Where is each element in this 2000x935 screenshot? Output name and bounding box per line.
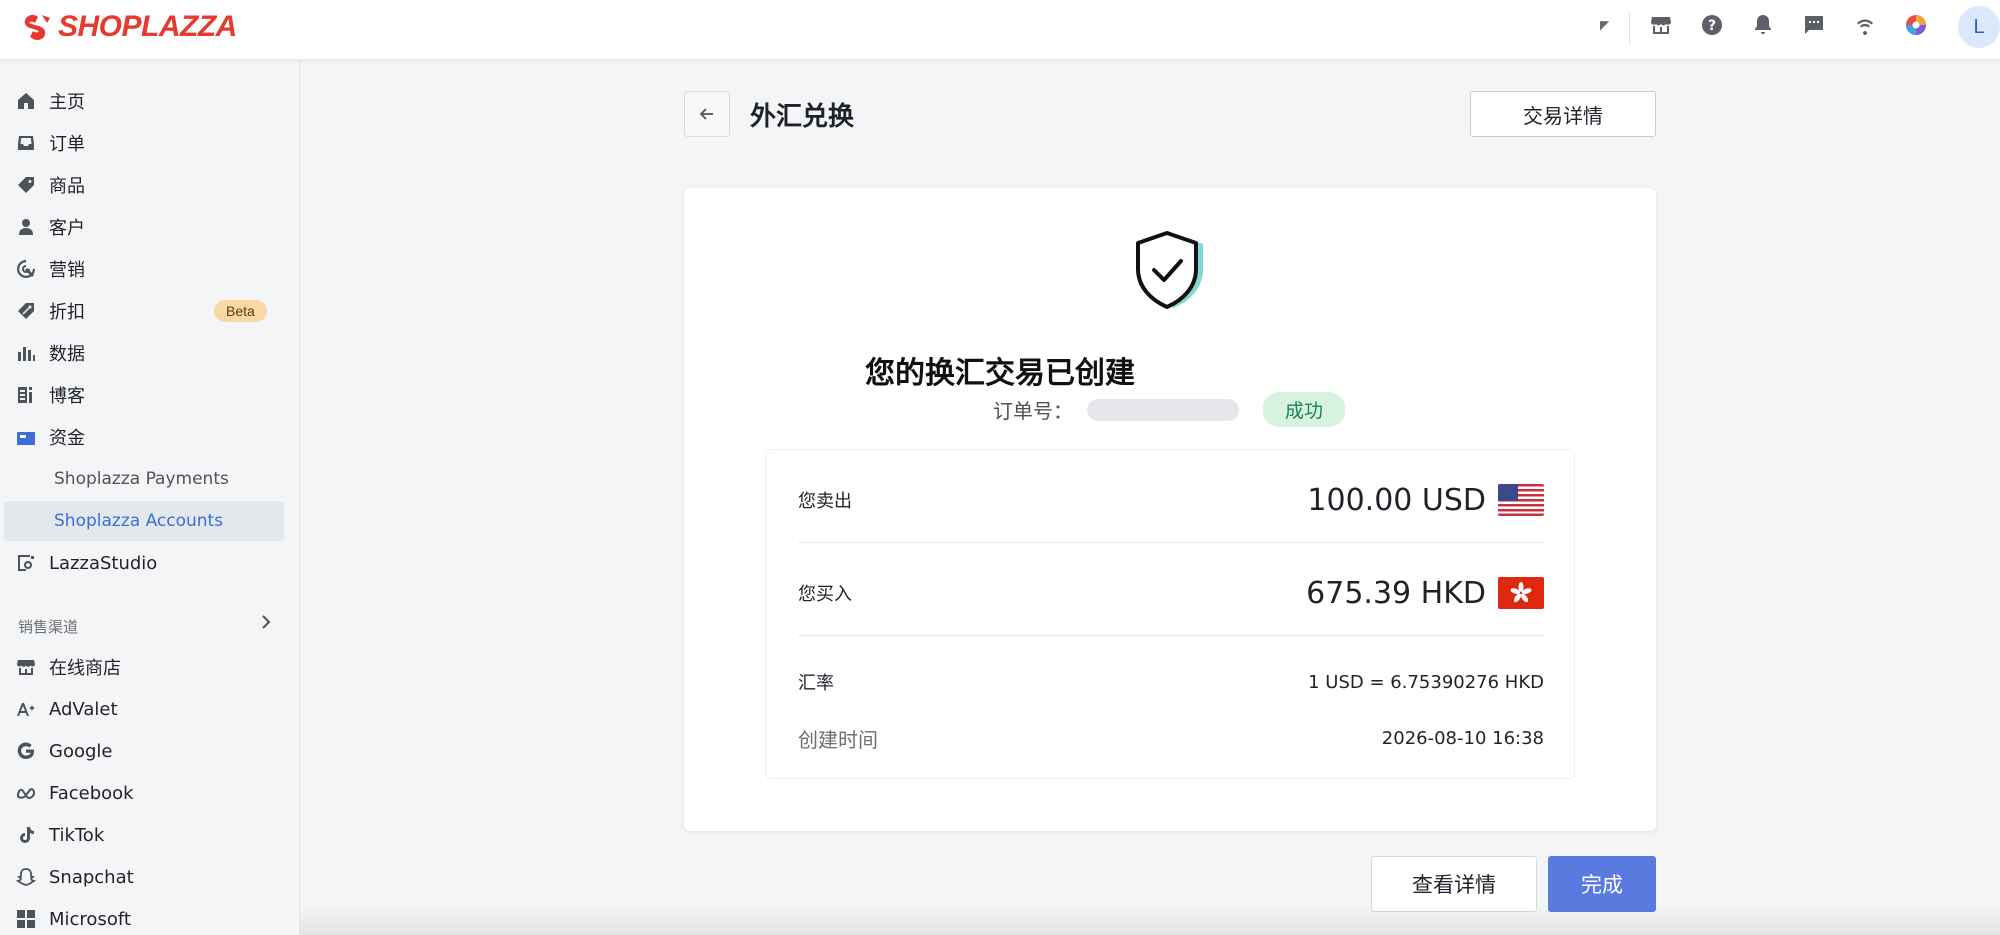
rate-label: 汇率 [798,673,834,694]
created-label: 创建时间 [798,727,878,752]
buy-row: 您买入 675.39 HKD [798,573,1544,613]
order-number-redacted [1087,398,1239,421]
tiktok-icon [16,825,36,845]
sidebar-item-label: Snapchat [49,866,134,888]
sales-channels-label: 销售渠道 [18,618,79,636]
sidebar-channel-snapchat[interactable]: Snapchat [0,857,290,897]
sidebar-item-label: Facebook [49,782,134,804]
shoplazza-logo-icon [24,14,50,40]
sidebar-item-label: Microsoft [49,908,131,930]
rate-row: 汇率 1 USD = 6.75390276 HKD [798,662,1544,702]
sidebar-item-label: Shoplazza Accounts [54,511,224,531]
order-number-row: 订单号： 成功 [993,392,1346,427]
sidebar-item-shoplazza-accounts[interactable]: Shoplazza Accounts [4,501,284,541]
buy-amount: 675.39 HKD [1306,575,1486,611]
shield-check-icon [1136,231,1203,309]
bottom-shadow [300,905,2000,935]
sidebar-item-finance[interactable]: 资金 [0,417,290,457]
snapchat-icon [15,867,37,887]
topbar-divider [1629,12,1630,46]
sidebar-item-label: TikTok [49,824,105,846]
sidebar-item-shoplazza-payments[interactable]: Shoplazza Payments [0,459,290,499]
caret-icon[interactable]: ◤ [1600,18,1609,32]
shoplazza-logo[interactable]: SHOPLAZZA [22,10,237,44]
advalet-icon [16,699,36,719]
sidebar-item-label: AdValet [49,698,118,720]
arrow-left-icon [699,108,713,120]
sidebar-item-label: Google [49,740,113,762]
wallet-icon [16,427,36,447]
sidebar-item-label: Shoplazza Payments [54,469,229,489]
order-number-label: 订单号： [993,399,1073,423]
row-divider [798,635,1544,636]
sell-row: 您卖出 100.00 USD [798,480,1544,520]
sidebar-item-discounts[interactable]: 折扣 Beta [0,291,290,331]
view-details-button[interactable]: 查看详情 [1371,856,1537,912]
store-icon[interactable] [1648,12,1674,38]
transaction-details-button[interactable]: 交易详情 [1470,91,1656,137]
success-title: 您的换汇交易已创建 [865,356,1135,391]
sidebar-item-home[interactable]: 主页 [0,81,290,121]
sidebar-item-label: 订单 [49,134,85,155]
hk-flag-icon [1498,577,1544,609]
sidebar-item-label: 主页 [49,92,85,113]
page-title: 外汇兑换 [750,102,855,132]
wifi-icon[interactable] [1852,12,1878,38]
buy-amount-group: 675.39 HKD [1306,576,1544,611]
sell-amount-group: 100.00 USD [1307,483,1544,518]
bell-icon[interactable] [1750,12,1776,38]
sidebar-item-label: 商品 [49,176,85,197]
google-icon [16,741,36,761]
inbox-icon [16,133,36,153]
sidebar-item-label: 资金 [49,428,85,449]
target-icon [16,259,36,279]
sidebar-item-label: 营销 [49,260,85,281]
sidebar-channel-microsoft[interactable]: Microsoft [0,899,290,935]
rate-value: 1 USD = 6.75390276 HKD [1308,671,1544,693]
sidebar-channel-online-store[interactable]: 在线商店 [0,647,290,687]
sidebar-item-products[interactable]: 商品 [0,165,290,205]
person-icon [16,217,36,237]
chevron-right-icon[interactable] [258,612,274,632]
svg-text:?: ? [1708,18,1716,34]
microsoft-icon [16,909,36,929]
user-avatar[interactable]: L [1958,6,2000,48]
sell-amount: 100.00 USD [1307,482,1486,518]
status-badge: 成功 [1263,392,1346,427]
created-row: 创建时间 2026-08-10 16:38 [798,718,1544,758]
buy-label: 您买入 [798,584,852,605]
meta-icon [16,783,36,803]
sidebar: 主页 订单 商品 客户 营销 折扣 Beta 数据 博客 资金 Shoplazz… [0,60,300,935]
sidebar-item-customers[interactable]: 客户 [0,207,290,247]
sell-label: 您卖出 [798,491,852,512]
created-value: 2026-08-10 16:38 [1381,727,1544,749]
beta-badge: Beta [214,300,267,322]
sidebar-item-label: LazzaStudio [49,552,158,574]
discount-icon [16,301,36,321]
transaction-summary: 您卖出 100.00 USD 您买入 675.39 HKD 汇率 1 USD =… [765,449,1575,779]
studio-icon [16,553,36,573]
back-button[interactable] [684,91,730,137]
tag-icon [16,175,36,195]
chat-icon[interactable] [1801,12,1827,38]
sidebar-item-marketing[interactable]: 营销 [0,249,290,289]
done-button[interactable]: 完成 [1548,856,1656,912]
help-icon[interactable]: ? [1699,12,1725,38]
sidebar-channel-tiktok[interactable]: TikTok [0,815,290,855]
sidebar-item-label: 客户 [49,218,85,239]
sidebar-channel-google[interactable]: Google [0,731,290,771]
sidebar-channel-facebook[interactable]: Facebook [0,773,290,813]
store-icon [16,657,36,677]
us-flag-icon [1498,484,1544,516]
sidebar-item-lazzastudio[interactable]: LazzaStudio [0,543,290,583]
sidebar-item-label: 折扣 [49,302,85,323]
sidebar-channel-advalet[interactable]: AdValet [0,689,290,729]
sidebar-item-orders[interactable]: 订单 [0,123,290,163]
top-bar: SHOPLAZZA ◤ ? L [0,0,2000,60]
home-icon [16,91,36,111]
brand-name: SHOPLAZZA [58,10,237,43]
sidebar-item-label: 在线商店 [49,658,121,679]
color-wheel-icon[interactable] [1903,12,1929,38]
row-divider [798,542,1544,543]
